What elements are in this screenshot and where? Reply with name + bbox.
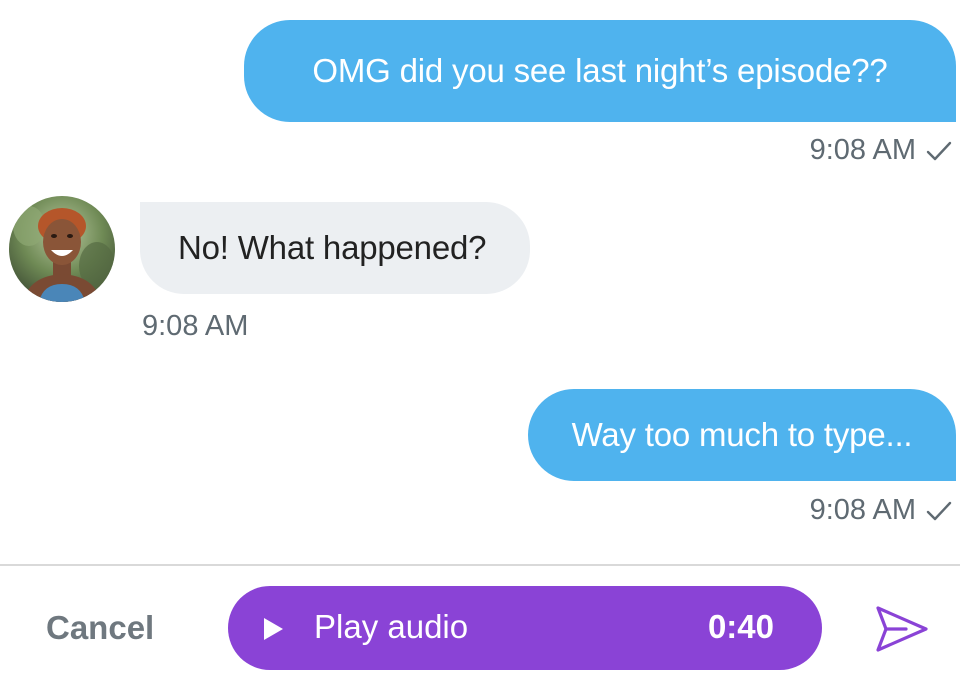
cancel-button[interactable]: Cancel — [46, 609, 154, 647]
message-timestamp: 9:08 AM — [810, 494, 952, 527]
play-icon — [262, 617, 284, 646]
message-text: OMG did you see last night’s episode?? — [312, 52, 888, 89]
message-timestamp: 9:08 AM — [142, 310, 248, 343]
play-audio-label: Play audio — [314, 608, 469, 645]
check-icon — [926, 140, 952, 162]
outgoing-message-bubble[interactable]: OMG did you see last night’s episode?? — [244, 20, 956, 122]
check-icon — [926, 500, 952, 522]
message-timestamp: 9:08 AM — [810, 134, 952, 167]
audio-duration: 0:40 — [707, 608, 774, 645]
outgoing-message-bubble[interactable]: Way too much to type... — [528, 389, 956, 481]
incoming-message-bubble[interactable]: No! What happened? — [140, 202, 530, 294]
message-text: No! What happened? — [178, 229, 487, 266]
timestamp-text: 9:08 AM — [142, 310, 249, 342]
play-audio-button[interactable]: Play audio 0:40 — [228, 586, 822, 670]
timestamp-text: 9:08 AM — [809, 494, 916, 526]
send-icon[interactable] — [872, 600, 930, 663]
timestamp-text: 9:08 AM — [809, 134, 916, 166]
message-text: Way too much to type... — [571, 416, 913, 453]
composer-divider — [0, 564, 960, 566]
chat-screen: OMG did you see last night’s episode?? 9… — [0, 0, 960, 690]
contact-avatar[interactable] — [9, 196, 115, 302]
